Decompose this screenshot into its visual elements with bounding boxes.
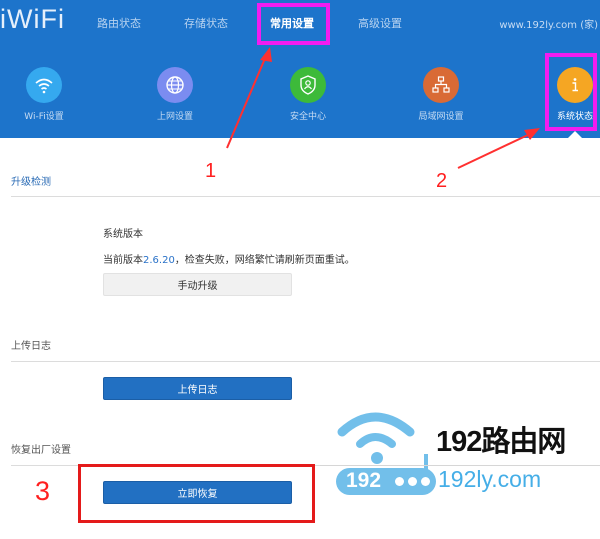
watermark-url: 192ly.com	[438, 466, 542, 492]
divider	[11, 361, 600, 362]
status-suffix: ，检查失败，网络繁忙请刷新页面重试。	[174, 255, 355, 266]
annotation-step-3: 3	[35, 476, 51, 506]
section-title-log: 上传日志	[11, 341, 51, 352]
divider	[11, 196, 600, 197]
annotation-step-1: 1	[205, 160, 217, 182]
arrow-2	[457, 133, 531, 169]
section-title-upgrade: 升级检测	[11, 177, 51, 188]
system-version-label: 系统版本	[103, 229, 143, 240]
watermark-badge-text: 192	[346, 469, 382, 492]
watermark-wifi-icon	[337, 412, 428, 470]
manual-upgrade-button[interactable]: 手动升级	[103, 273, 292, 296]
arrow-1-head	[260, 47, 272, 62]
watermark-title: 192路由网	[436, 426, 566, 458]
arrow-2-head	[524, 128, 540, 140]
version-number: 2.6.20	[143, 255, 175, 266]
upload-log-button[interactable]: 上传日志	[103, 377, 292, 400]
status-prefix: 当前版本	[103, 255, 143, 266]
section-title-reset: 恢复出厂设置	[11, 445, 71, 456]
watermark-dots	[395, 477, 430, 486]
reset-now-button[interactable]: 立即恢复	[103, 481, 292, 504]
arrow-1	[226, 55, 267, 149]
upgrade-status-text: 当前版本2.6.20，检查失败，网络繁忙请刷新页面重试。	[103, 251, 355, 266]
annotation-step-2: 2	[436, 170, 448, 192]
